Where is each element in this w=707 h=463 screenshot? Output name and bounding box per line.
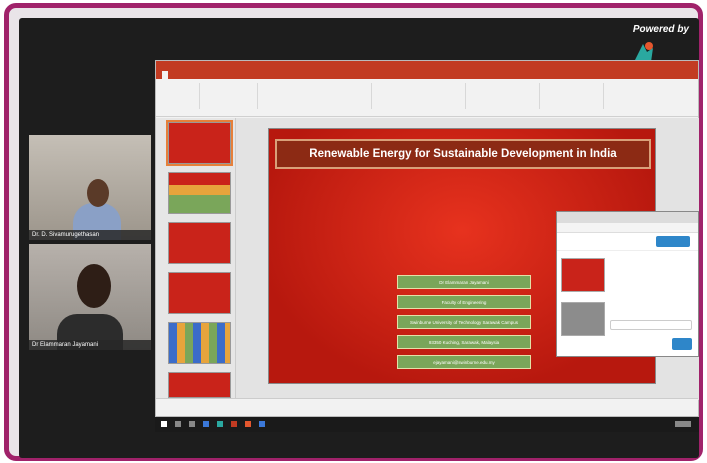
streamyard-header <box>557 233 698 251</box>
drawing-group[interactable] <box>470 83 540 109</box>
app-icon[interactable] <box>217 421 223 427</box>
slide-thumbnail[interactable] <box>168 172 231 214</box>
streamyard-browser-window <box>556 211 699 357</box>
browser-tab-strip[interactable] <box>557 212 698 223</box>
participant-video-2[interactable]: Dr Elammaran Jayamani <box>29 244 151 350</box>
slides-group[interactable] <box>204 83 258 109</box>
task-view-icon[interactable] <box>189 421 195 427</box>
email-box: ejayamani@swinburne.edu.my <box>397 355 531 369</box>
address-box: 93350 Kuching, Sarawak, Malaysia <box>397 335 531 349</box>
screen-share-preview[interactable] <box>561 258 605 292</box>
editing-group[interactable] <box>544 83 604 109</box>
ppt-ribbon-tabs[interactable]: ​ ​ ​ <box>156 71 698 79</box>
go-live-button[interactable] <box>656 236 690 247</box>
windows-taskbar <box>155 417 699 432</box>
participant-name-2: Dr Elammaran Jayamani <box>29 340 151 350</box>
browser-icon[interactable] <box>245 421 251 427</box>
participant-head <box>87 179 109 207</box>
powered-by-label: Powered by <box>632 24 689 35</box>
send-button[interactable] <box>672 338 692 350</box>
clipboard-group[interactable] <box>160 83 200 109</box>
tab-home[interactable]: ​ <box>162 71 168 79</box>
outer-frame: Powered by Dr. D. Sivamurugethasan Dr El… <box>4 3 703 461</box>
slide-thumbnail[interactable] <box>168 222 231 264</box>
slide-thumbnails-pane <box>156 118 236 400</box>
powerpoint-icon[interactable] <box>231 421 237 427</box>
explorer-icon[interactable] <box>203 421 209 427</box>
faculty-box: Faculty of Engineering <box>397 295 531 309</box>
camera-preview[interactable] <box>561 302 605 336</box>
ppt-ribbon <box>156 79 698 117</box>
start-icon[interactable] <box>161 421 167 427</box>
slide-thumbnail[interactable] <box>168 372 231 398</box>
slide-thumbnail[interactable] <box>168 322 231 364</box>
presenter-name-box: Dr Elammaran Jayamani <box>397 275 531 289</box>
clock-icon[interactable] <box>675 421 691 427</box>
participant-head <box>77 264 111 308</box>
participant-video-1[interactable]: Dr. D. Sivamurugethasan <box>29 135 151 240</box>
browser-address-bar[interactable] <box>557 223 698 233</box>
university-box: Swinburne University of Technology Saraw… <box>397 315 531 329</box>
slide-thumbnail[interactable] <box>166 120 233 166</box>
chat-input[interactable] <box>610 320 692 330</box>
search-icon[interactable] <box>175 421 181 427</box>
ppt-status-bar <box>156 398 698 416</box>
stream-stage: Powered by Dr. D. Sivamurugethasan Dr El… <box>19 18 699 458</box>
ppt-title-bar <box>156 61 698 71</box>
slide-title: Renewable Energy for Sustainable Develop… <box>275 139 651 169</box>
participant-name-1: Dr. D. Sivamurugethasan <box>29 230 151 240</box>
slide-thumbnail[interactable] <box>168 272 231 314</box>
app-icon[interactable] <box>259 421 265 427</box>
font-group[interactable] <box>262 83 372 109</box>
paragraph-group[interactable] <box>376 83 466 109</box>
